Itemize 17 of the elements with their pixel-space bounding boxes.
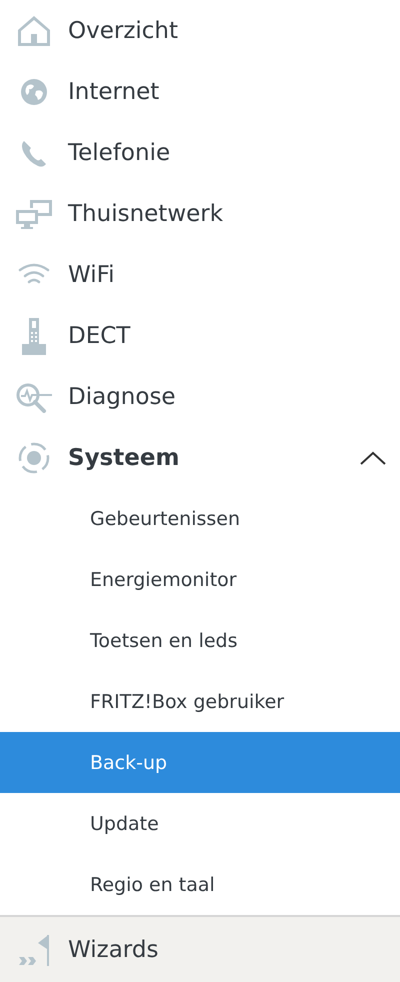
- submenu-item[interactable]: Back-up: [0, 732, 400, 793]
- menu-item[interactable]: Internet: [0, 61, 400, 122]
- menu-item[interactable]: Overzicht: [0, 0, 400, 61]
- submenu-item[interactable]: FRITZ!Box gebruiker: [0, 671, 400, 732]
- submenu-item[interactable]: Energiemonitor: [0, 549, 400, 610]
- chevron-up-icon: [360, 450, 386, 464]
- menu-item[interactable]: Thuisnetwerk: [0, 183, 400, 244]
- submenu-item[interactable]: Regio en taal: [0, 854, 400, 915]
- menu-item[interactable]: WiFi: [0, 244, 400, 305]
- menu-item[interactable]: Diagnose: [0, 366, 400, 427]
- wizards-item[interactable]: Wizards: [0, 915, 400, 982]
- menu-item[interactable]: Systeem: [0, 427, 400, 488]
- menu-item[interactable]: DECT: [0, 305, 400, 366]
- submenu-item[interactable]: Toetsen en leds: [0, 610, 400, 671]
- menu-item[interactable]: Telefonie: [0, 122, 400, 183]
- submenu-item[interactable]: Gebeurtenissen: [0, 488, 400, 549]
- submenu-item[interactable]: Update: [0, 793, 400, 854]
